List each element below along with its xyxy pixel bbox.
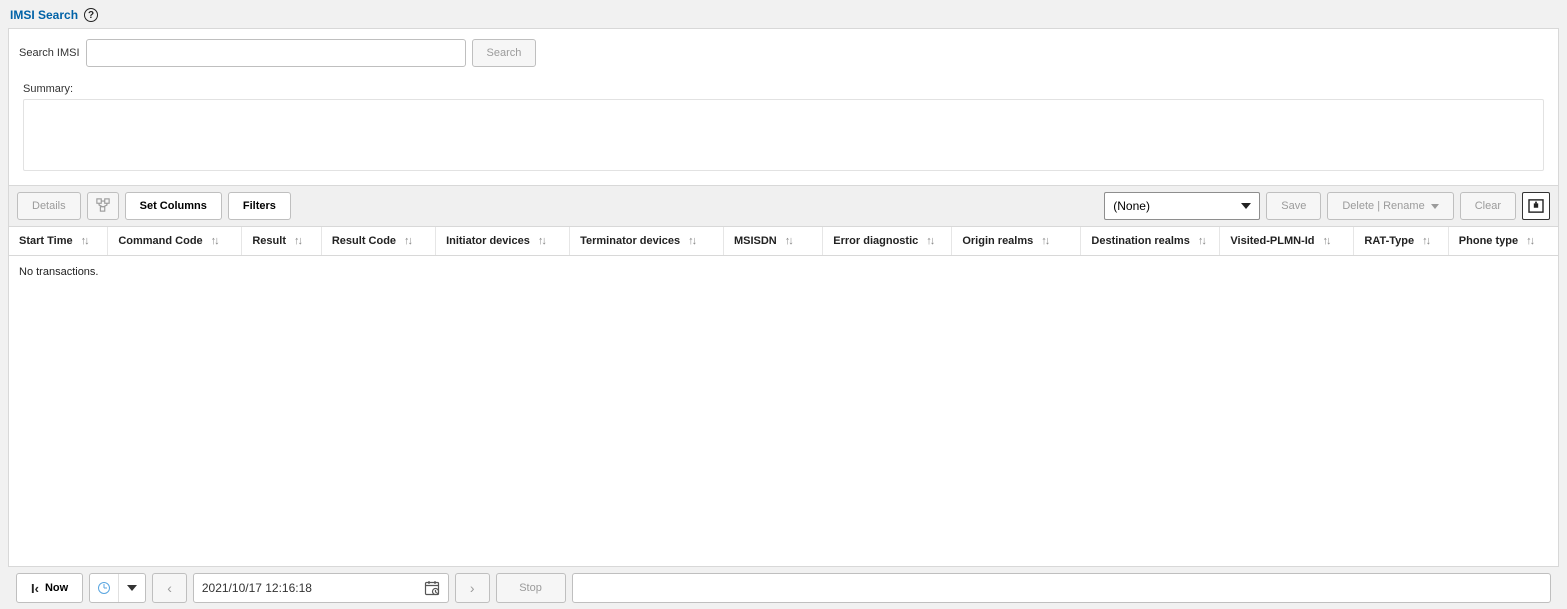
delete-rename-label: Delete | Rename — [1342, 200, 1424, 212]
export-button[interactable] — [1522, 192, 1550, 220]
topology-icon — [96, 198, 110, 212]
sort-icon: ↑↓ — [538, 235, 545, 247]
table-toolbar: Details Set Columns Filters (None) Save … — [8, 186, 1559, 227]
chevron-right-icon: › — [470, 580, 475, 596]
column-header-terminator-devices[interactable]: Terminator devices↑↓ — [570, 227, 724, 255]
summary-label: Summary: — [23, 83, 1544, 95]
chevron-down-icon — [1431, 204, 1439, 209]
sort-icon: ↑↓ — [1041, 235, 1048, 247]
details-button[interactable]: Details — [17, 192, 81, 220]
column-header-command-code[interactable]: Command Code↑↓ — [108, 227, 242, 255]
footer-status-field[interactable] — [572, 573, 1551, 603]
sort-icon: ↑↓ — [688, 235, 695, 247]
calendar-icon — [424, 580, 440, 596]
clock-icon — [98, 582, 110, 594]
page-title: IMSI Search — [10, 8, 78, 22]
sort-icon: ↑↓ — [81, 235, 88, 247]
prev-button[interactable]: ‹ — [152, 573, 187, 603]
app-root: IMSI Search ? Search IMSI Search Summary… — [0, 0, 1567, 609]
column-header-rat-type[interactable]: RAT-Type↑↓ — [1354, 227, 1448, 255]
column-header-result-code[interactable]: Result Code↑↓ — [322, 227, 436, 255]
summary-block: Summary: — [9, 77, 1558, 185]
time-mode-dropdown[interactable] — [118, 574, 145, 602]
delete-rename-button[interactable]: Delete | Rename — [1327, 192, 1453, 220]
sort-icon: ↑↓ — [1323, 235, 1330, 247]
sort-icon: ↑↓ — [785, 235, 792, 247]
column-header-msisdn[interactable]: MSISDN↑↓ — [724, 227, 823, 255]
column-header-start-time[interactable]: Start Time↑↓ — [9, 227, 108, 255]
now-label: Now — [45, 582, 68, 594]
time-nav-footer: I‹ Now ‹ 2021/10/17 12:16:18 › Stop — [8, 566, 1559, 609]
table-body: No transactions. — [9, 256, 1558, 566]
next-button[interactable]: › — [455, 573, 490, 603]
page-header: IMSI Search ? — [0, 0, 1567, 28]
topology-icon-button[interactable] — [87, 192, 119, 220]
sort-icon: ↑↓ — [1422, 235, 1429, 247]
time-mode-clock[interactable] — [90, 574, 118, 602]
column-header-result[interactable]: Result↑↓ — [242, 227, 322, 255]
datetime-value: 2021/10/17 12:16:18 — [202, 581, 312, 595]
help-icon[interactable]: ? — [84, 8, 98, 22]
search-button[interactable]: Search — [472, 39, 537, 67]
save-button[interactable]: Save — [1266, 192, 1321, 220]
column-header-visited-plmn-id[interactable]: Visited-PLMN-Id↑↓ — [1220, 227, 1354, 255]
search-imsi-input[interactable] — [86, 39, 466, 67]
search-row: Search IMSI Search — [9, 29, 1558, 77]
transactions-table: Start Time↑↓ Command Code↑↓ Result↑↓ Res… — [8, 227, 1559, 566]
sort-icon: ↑↓ — [1526, 235, 1533, 247]
search-panel: Search IMSI Search Summary: — [8, 28, 1559, 186]
summary-box — [23, 99, 1544, 171]
export-icon — [1528, 199, 1544, 213]
time-mode-split-button[interactable] — [89, 573, 146, 603]
column-header-initiator-devices[interactable]: Initiator devices↑↓ — [436, 227, 570, 255]
sort-icon: ↑↓ — [1198, 235, 1205, 247]
sort-icon: ↑↓ — [294, 235, 301, 247]
column-header-destination-realms[interactable]: Destination realms↑↓ — [1081, 227, 1220, 255]
set-columns-button[interactable]: Set Columns — [125, 192, 222, 220]
column-header-error-diagnostic[interactable]: Error diagnostic↑↓ — [823, 227, 952, 255]
datetime-input[interactable]: 2021/10/17 12:16:18 — [193, 573, 449, 603]
chevron-left-icon: ‹ — [167, 580, 172, 596]
empty-message: No transactions. — [19, 266, 98, 278]
clear-button[interactable]: Clear — [1460, 192, 1516, 220]
filters-button[interactable]: Filters — [228, 192, 291, 220]
go-first-icon: I‹ — [31, 582, 39, 595]
chevron-down-icon — [1241, 203, 1251, 209]
chevron-down-icon — [127, 585, 137, 591]
now-button[interactable]: I‹ Now — [16, 573, 83, 603]
column-header-origin-realms[interactable]: Origin realms↑↓ — [952, 227, 1081, 255]
search-label: Search IMSI — [19, 47, 80, 59]
column-header-phone-type[interactable]: Phone type↑↓ — [1449, 227, 1558, 255]
sort-icon: ↑↓ — [404, 235, 411, 247]
table-header-row: Start Time↑↓ Command Code↑↓ Result↑↓ Res… — [9, 227, 1558, 256]
view-select[interactable]: (None) — [1104, 192, 1260, 220]
sort-icon: ↑↓ — [211, 235, 218, 247]
view-select-value: (None) — [1113, 199, 1150, 213]
stop-button[interactable]: Stop — [496, 573, 566, 603]
sort-icon: ↑↓ — [926, 235, 933, 247]
